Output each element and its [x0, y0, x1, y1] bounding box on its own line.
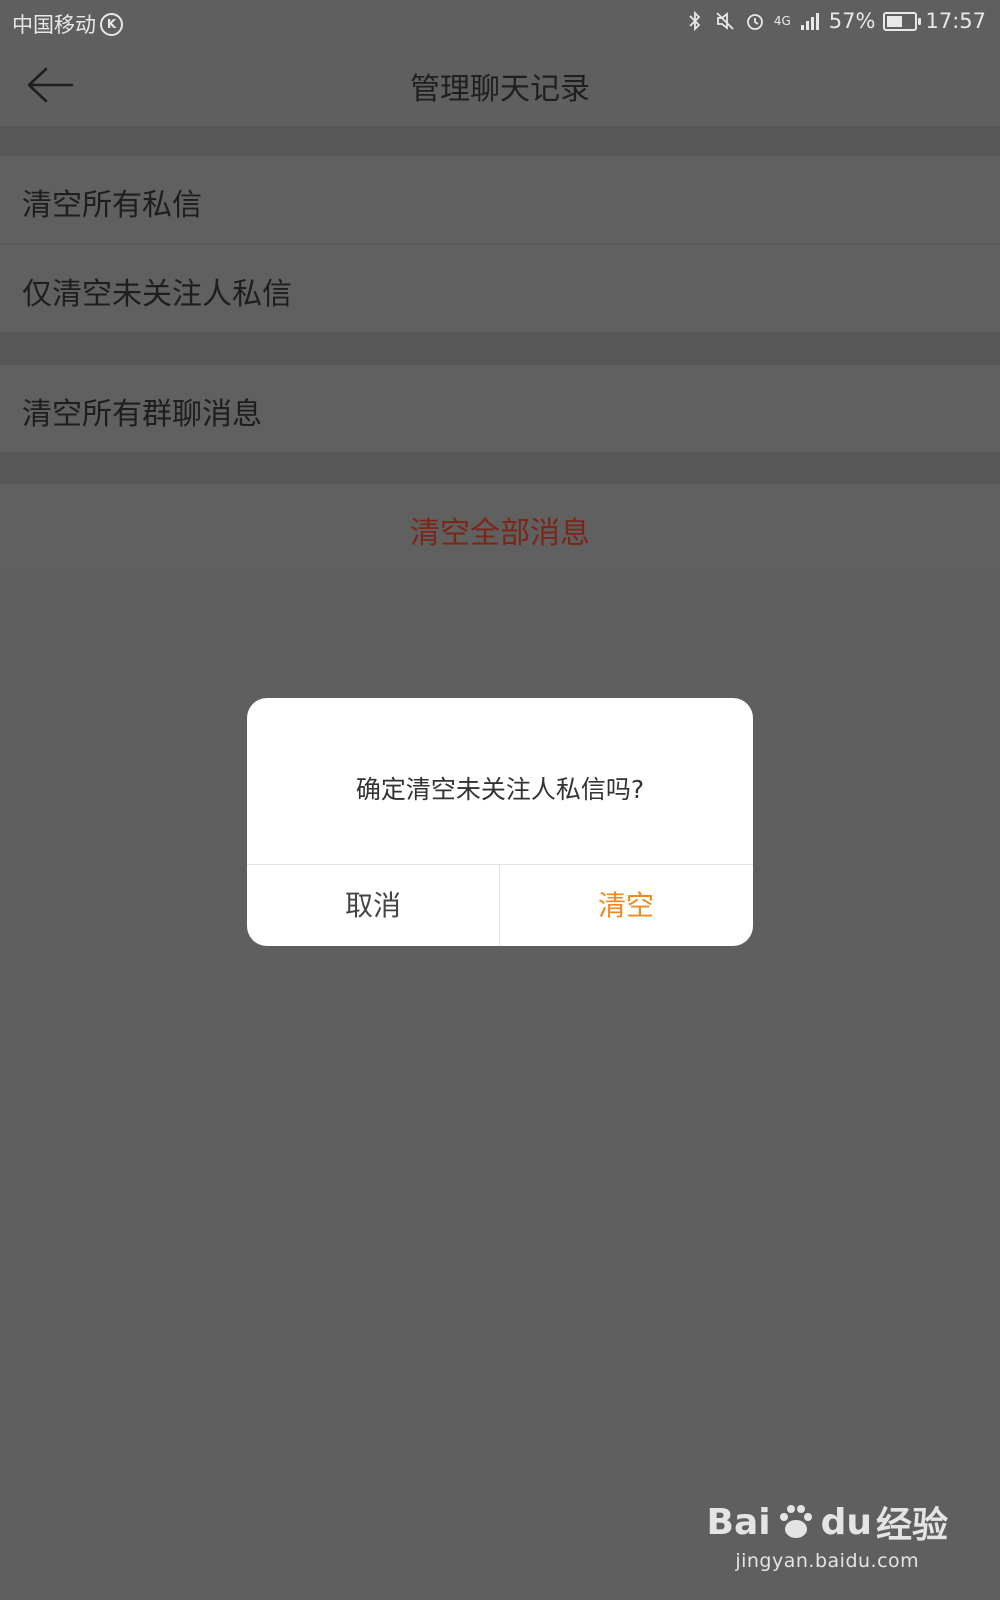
section-gap — [0, 452, 1000, 484]
carrier-info: 中国移动 K — [12, 9, 123, 39]
alarm-icon — [746, 14, 763, 30]
signal-icon — [800, 13, 819, 30]
section-gap — [0, 126, 1000, 156]
battery-icon — [883, 11, 922, 31]
bluetooth-icon — [689, 10, 701, 32]
clock: 17:57 — [925, 9, 986, 33]
clear-all-messages-button[interactable]: 清空全部消息 — [0, 484, 1000, 571]
status-bar: 中国移动 K 4G 57% 17:57 — [0, 0, 1000, 44]
clear-unfollowed-private-row[interactable]: 仅清空未关注人私信 — [0, 245, 1000, 332]
network-type: 4G — [773, 14, 791, 28]
cancel-button[interactable]: 取消 — [247, 865, 499, 946]
clear-all-private-label: 清空所有私信 — [22, 188, 202, 223]
clear-all-group-row[interactable]: 清空所有群聊消息 — [0, 365, 1000, 452]
watermark-brand-prefix: Bai — [706, 1501, 771, 1543]
section-gap — [0, 332, 1000, 365]
confirm-clear-button[interactable]: 清空 — [500, 865, 752, 946]
status-icons: 4G 57% 17:57 — [684, 9, 986, 33]
watermark-brand-suffix: du — [820, 1501, 872, 1543]
page-title: 管理聊天记录 — [410, 72, 590, 107]
k-circle-icon: K — [100, 12, 123, 36]
carrier-name: 中国移动 — [12, 13, 96, 37]
dialog-message: 确定清空未关注人私信吗? — [355, 775, 645, 804]
watermark-logo: Bai du 经验 — [707, 1496, 949, 1548]
clear-all-private-row[interactable]: 清空所有私信 — [0, 156, 1000, 243]
baidu-jingyan-watermark: Bai du 经验 jingyan.baidu.com — [707, 1496, 949, 1573]
clear-all-messages-label: 清空全部消息 — [410, 516, 590, 551]
watermark-url: jingyan.baidu.com — [735, 1550, 920, 1572]
mute-icon — [716, 12, 734, 30]
watermark-brand-cn: 经验 — [875, 1505, 948, 1546]
paw-icon — [779, 1505, 812, 1538]
confirm-dialog: 确定清空未关注人私信吗? 取消 清空 — [247, 698, 753, 946]
clear-unfollowed-private-label: 仅清空未关注人私信 — [22, 277, 292, 312]
title-bar: 管理聊天记录 — [0, 44, 1000, 126]
battery-percent: 57% — [828, 9, 876, 33]
clear-all-group-label: 清空所有群聊消息 — [22, 397, 262, 432]
